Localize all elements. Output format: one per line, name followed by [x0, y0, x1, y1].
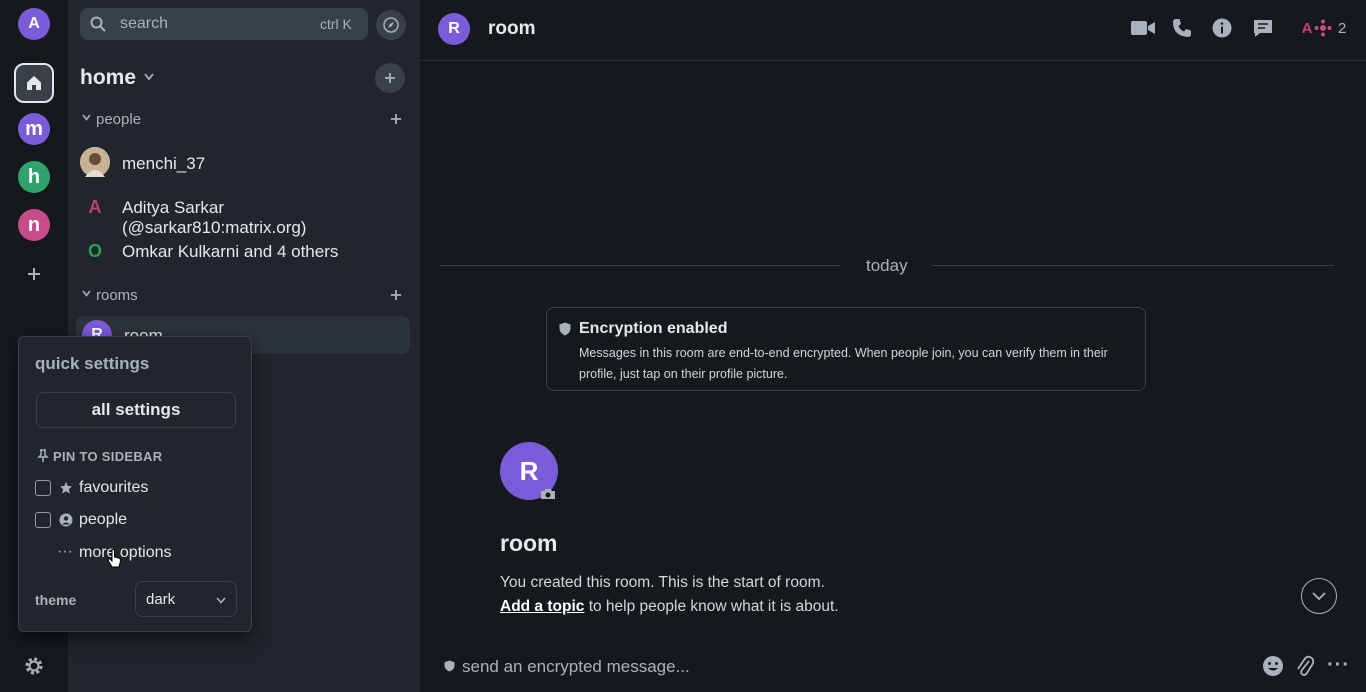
add-topic-line: Add a topic to help people know what it …	[500, 598, 839, 616]
avatar: A	[80, 192, 110, 222]
explore-rooms-button[interactable]	[376, 10, 406, 40]
room-intro-name: room	[500, 530, 558, 556]
shield-icon	[559, 322, 571, 336]
member-avatar-pattern-icon	[1314, 19, 1332, 37]
video-call-icon[interactable]	[1130, 19, 1156, 37]
home-icon	[24, 73, 44, 93]
pin-icon	[37, 449, 49, 463]
add-topic-link[interactable]: Add a topic	[500, 598, 584, 615]
theme-dropdown[interactable]: dark	[135, 581, 237, 617]
dm-item-menchi[interactable]: menchi_37	[80, 146, 400, 180]
mouse-cursor-icon	[107, 549, 123, 569]
quick-settings-title: quick settings	[35, 354, 150, 373]
people-collapse-icon[interactable]	[82, 114, 91, 121]
settings-button[interactable]	[18, 650, 50, 682]
space-n-letter: n	[27, 213, 41, 236]
date-separator-line-left	[440, 265, 840, 266]
member-initial: A	[1301, 19, 1313, 37]
add-topic-suffix: to help people know what it is about.	[584, 598, 839, 615]
all-settings-label: all settings	[91, 400, 181, 419]
plus-icon	[26, 266, 42, 282]
home-options-button[interactable]	[375, 63, 405, 93]
home-title[interactable]: home	[80, 66, 136, 90]
people-label: people	[79, 511, 128, 528]
dm-name: menchi_37	[122, 154, 206, 173]
favourites-checkbox[interactable]	[35, 480, 51, 496]
add-person-button[interactable]	[390, 113, 402, 125]
header-room-avatar: R	[438, 13, 470, 45]
quick-settings-menu: quick settings all settings pin to sideb…	[18, 336, 252, 632]
header-room-initial: R	[448, 20, 460, 37]
user-avatar[interactable]: A	[18, 8, 50, 40]
avatar-initial: O	[87, 240, 102, 261]
avatar	[80, 147, 110, 177]
favourites-label: favourites	[79, 479, 149, 496]
dm-item-omkar[interactable]: O Omkar Kulkarni and 4 others	[80, 234, 400, 268]
dm-name: Aditya Sarkar (@sarkar810:matrix.org)	[122, 198, 307, 237]
star-icon	[59, 481, 73, 495]
room-intro-initial: R	[519, 455, 539, 486]
encryption-title: Encryption enabled	[579, 320, 728, 337]
threads-icon[interactable]	[1252, 18, 1274, 38]
pin-to-sidebar-label: pin to sidebar	[53, 449, 163, 464]
camera-edit-icon[interactable]	[540, 488, 556, 500]
date-separator-line-right	[932, 265, 1334, 266]
member-list-button[interactable]: A 2	[1294, 14, 1356, 42]
more-dots-icon: ···	[57, 543, 73, 560]
people-checkbox[interactable]	[35, 512, 51, 528]
member-count: 2	[1338, 20, 1347, 37]
avatar-initial: A	[88, 196, 102, 217]
voice-call-icon[interactable]	[1172, 18, 1192, 38]
rooms-collapse-icon[interactable]	[82, 290, 91, 297]
compass-icon	[383, 17, 399, 33]
avatar: O	[80, 236, 110, 266]
encryption-text: Messages in this room are end-to-end enc…	[579, 346, 1108, 381]
theme-label: theme	[35, 592, 77, 608]
room-info-icon[interactable]	[1212, 18, 1232, 38]
plus-icon	[384, 72, 396, 84]
emoji-icon[interactable]	[1262, 655, 1284, 677]
search-icon	[90, 16, 106, 32]
chevron-down-icon	[144, 73, 154, 81]
composer-shield-icon	[444, 660, 455, 672]
more-options-button[interactable]: ··· more options	[57, 541, 207, 565]
more-options-label: more options	[79, 544, 172, 561]
space-n[interactable]: n	[18, 209, 50, 241]
rooms-section-title[interactable]: rooms	[96, 287, 138, 304]
add-room-button[interactable]	[390, 289, 402, 301]
message-composer-input[interactable]: send an encrypted message...	[462, 657, 690, 677]
people-section-title[interactable]: people	[96, 111, 141, 128]
header-divider	[420, 60, 1366, 61]
space-h-letter: h	[27, 165, 41, 188]
theme-value: dark	[146, 591, 176, 608]
search-shortcut: ctrl K	[320, 16, 352, 32]
user-initial: A	[28, 15, 40, 32]
chevron-down-icon	[1312, 591, 1326, 601]
dm-name: Omkar Kulkarni and 4 others	[122, 242, 339, 261]
room-intro-avatar[interactable]: R	[500, 442, 560, 502]
search-label: search	[120, 15, 169, 32]
gear-icon	[23, 655, 45, 677]
dm-item-aditya[interactable]: A Aditya Sarkar (@sarkar810:matrix.org)	[80, 190, 400, 238]
person-icon	[59, 513, 73, 527]
create-space-button[interactable]	[18, 258, 50, 290]
room-intro-text: You created this room. This is the start…	[500, 574, 825, 591]
jump-to-latest-button[interactable]	[1301, 578, 1337, 614]
home-space-button[interactable]	[14, 63, 54, 103]
chevron-down-icon	[216, 597, 226, 604]
date-separator: today	[866, 256, 908, 275]
space-m[interactable]: m	[18, 113, 50, 145]
header-room-name: room	[488, 18, 536, 39]
all-settings-button[interactable]: all settings	[36, 392, 236, 428]
space-m-letter: m	[25, 117, 43, 140]
room-header[interactable]: R room	[438, 10, 568, 46]
space-h[interactable]: h	[18, 161, 50, 193]
more-options-icon[interactable]: ···	[1327, 654, 1350, 677]
attachment-icon[interactable]	[1296, 654, 1314, 678]
encryption-notice: Encryption enabled Messages in this room…	[546, 307, 1146, 391]
